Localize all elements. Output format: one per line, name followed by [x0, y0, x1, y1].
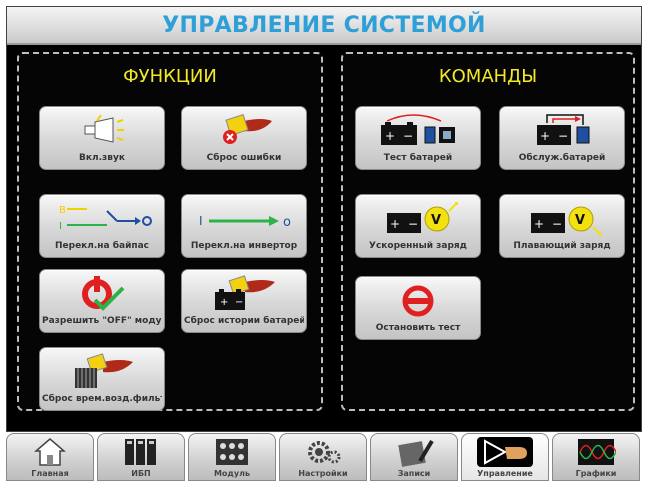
stop-test-button[interactable]: Остановить тест: [355, 276, 481, 340]
page-title: УПРАВЛЕНИЕ СИСТЕМОЙ: [7, 7, 641, 45]
plus-sign: +: [540, 129, 550, 143]
switch-to-inverter-button[interactable]: I o Перекл.на инвертор: [181, 194, 307, 258]
battery-maintenance-icon: + −: [500, 111, 624, 149]
settings-icon: [280, 437, 366, 467]
battery-test-button[interactable]: + − Тест батарей: [355, 106, 481, 170]
boost-charge-button[interactable]: + − V Ускоренный заряд: [355, 194, 481, 258]
tab-settings[interactable]: Настройки: [279, 433, 367, 481]
functions-title: ФУНКЦИИ: [123, 66, 217, 87]
tab-control[interactable]: Управление: [461, 433, 549, 481]
reset-fault-button[interactable]: Сброс ошибки: [181, 106, 307, 170]
bottom-tab-bar: Главная ИБП Модуль Настройки Записи Упра…: [0, 433, 647, 481]
commands-title: КОМАНДЫ: [438, 66, 538, 87]
switch-to-inverter-icon: I o: [182, 199, 306, 237]
minus-sign: −: [403, 129, 413, 143]
module-icon: [189, 437, 275, 467]
power-enable-icon: [40, 274, 164, 312]
minus-sign: −: [235, 297, 243, 308]
bypass-letter: B: [59, 205, 66, 216]
tab-home[interactable]: Главная: [6, 433, 94, 481]
reset-fault-icon: [182, 111, 306, 149]
inverter-letter: I: [59, 221, 62, 232]
plus-sign: +: [385, 129, 395, 143]
home-icon: [7, 437, 93, 467]
plus-sign: +: [220, 297, 228, 308]
logs-icon: [371, 437, 457, 467]
plus-sign: +: [390, 217, 400, 231]
switch-to-bypass-icon: B I: [40, 199, 164, 237]
commands-panel: КОМАНДЫ + − Тест батарей + − Обслуж.бата…: [341, 52, 635, 411]
inverter-left-letter: I: [199, 214, 203, 228]
minus-sign: −: [552, 217, 562, 231]
control-icon: [462, 437, 548, 467]
battery-test-icon: + −: [356, 111, 480, 149]
float-charge-icon: + − V: [500, 199, 624, 237]
filter-reset-icon: [40, 352, 164, 390]
ups-icon: [98, 437, 184, 467]
plus-sign: +: [534, 217, 544, 231]
boost-charge-icon: + − V: [356, 199, 480, 237]
battery-history-reset-icon: + −: [182, 274, 306, 312]
inverter-right-letter: o: [283, 215, 291, 230]
buzzer-icon: [40, 111, 164, 149]
functions-panel: ФУНКЦИИ Вкл.звук Сброс ошибки B I Перекл…: [17, 52, 323, 411]
minus-sign: −: [558, 129, 568, 143]
tab-logs[interactable]: Записи: [370, 433, 458, 481]
graphs-icon: [553, 437, 639, 467]
tab-graphs[interactable]: Графики: [552, 433, 640, 481]
reset-filter-time-button[interactable]: Сброс врем.возд.фильтра: [39, 347, 165, 411]
voltage-symbol: V: [431, 213, 441, 228]
tab-ups[interactable]: ИБП: [97, 433, 185, 481]
main-window: УПРАВЛЕНИЕ СИСТЕМОЙ ФУНКЦИИ Вкл.звук Сбр…: [6, 6, 642, 432]
enable-module-off-button[interactable]: Разрешить "OFF" модуля: [39, 269, 165, 333]
reset-battery-history-button[interactable]: + − Сброс истории батарей: [181, 269, 307, 333]
battery-maintenance-button[interactable]: + − Обслуж.батарей: [499, 106, 625, 170]
float-charge-button[interactable]: + − V Плавающий заряд: [499, 194, 625, 258]
sound-on-button[interactable]: Вкл.звук: [39, 106, 165, 170]
switch-to-bypass-button[interactable]: B I Перекл.на байпас: [39, 194, 165, 258]
minus-sign: −: [408, 217, 418, 231]
tab-module[interactable]: Модуль: [188, 433, 276, 481]
voltage-symbol: V: [575, 213, 585, 228]
stop-test-icon: [356, 281, 480, 319]
